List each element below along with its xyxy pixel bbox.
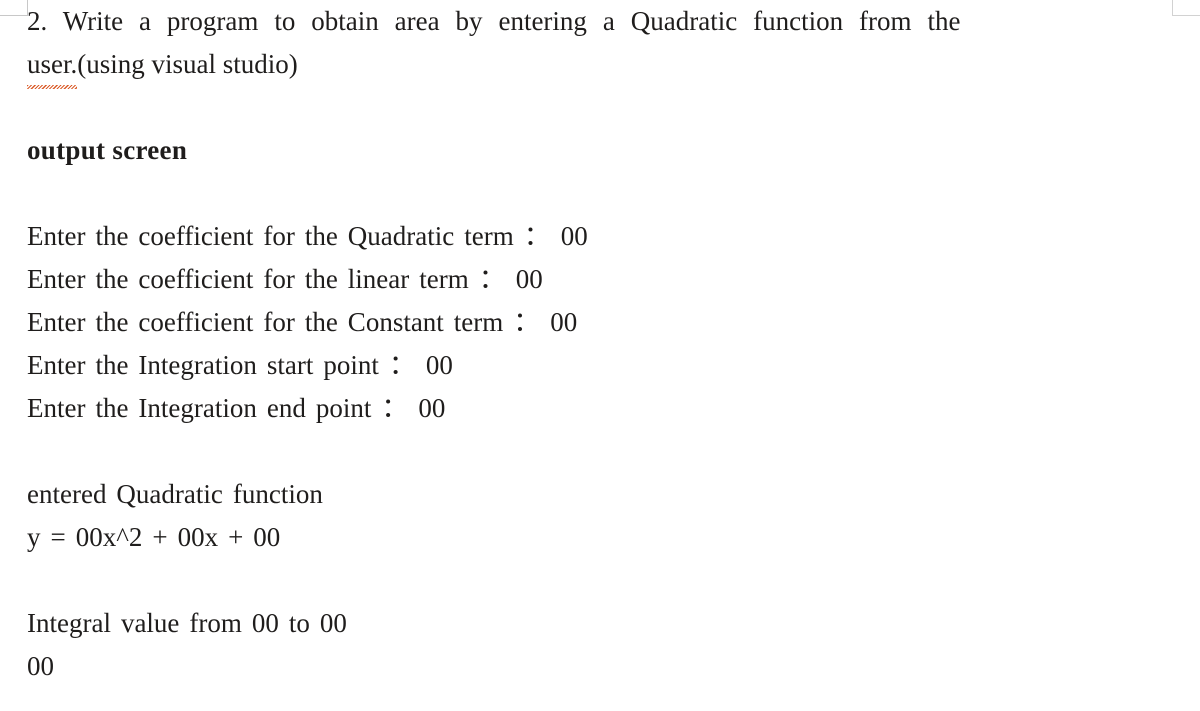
console-prompt-integration-end: Enter the Integration end point ： 00 (27, 393, 446, 423)
console-entered-function-label: entered Quadratic function (27, 479, 323, 509)
misspelled-word[interactable]: user. (27, 43, 78, 89)
margin-guide-top-right (1172, 0, 1200, 16)
spacer-after-question (27, 86, 1173, 129)
margin-guide-top-left (0, 0, 28, 16)
question-line-2: user.(using visual studio) (27, 43, 1173, 89)
question-line-1: 2. Write a program to obtain area by ent… (27, 6, 961, 36)
console-prompt-integration-start: Enter the Integration start point ： 00 (27, 350, 453, 380)
document-body: 2. Write a program to obtain area by ent… (27, 0, 1173, 688)
console-function-equation: y = 00x^2 + 00x + 00 (27, 522, 281, 552)
console-prompt-constant-term: Enter the coefficient for the Constant t… (27, 307, 578, 337)
console-prompt-quadratic-term: Enter the coefficient for the Quadratic … (27, 221, 588, 251)
question-line-2-rest: (using visual studio) (77, 49, 298, 79)
spacer-after-heading (27, 172, 1173, 215)
console-integral-value: 00 (27, 651, 54, 681)
console-integral-label: Integral value from 00 to 00 (27, 608, 347, 638)
console-prompt-linear-term: Enter the coefficient for the linear ter… (27, 264, 543, 294)
spacer-after-function (27, 559, 1173, 602)
page-title: output screen (27, 135, 188, 165)
spacer-after-prompts (27, 430, 1173, 473)
